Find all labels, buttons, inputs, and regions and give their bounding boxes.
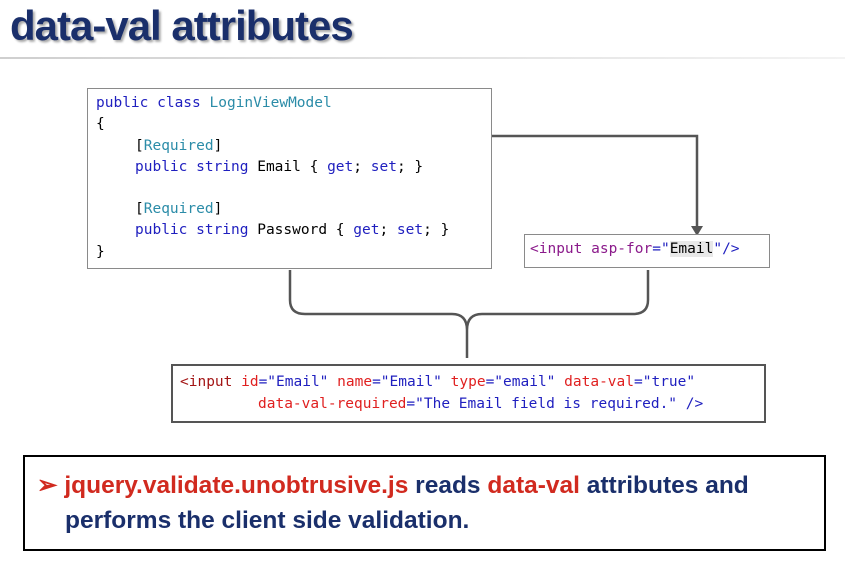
tag-helper-code: <input asp-for="Email"/>	[530, 241, 740, 257]
login-view-model-code: public class LoginViewModel { [Required]…	[87, 88, 492, 269]
tag-helper-box: <input asp-for="Email"/>	[524, 234, 770, 268]
note-text: attributes and	[579, 472, 749, 499]
attribute-name: type	[450, 374, 486, 390]
punct: ="	[652, 241, 670, 257]
note-text: reads	[408, 472, 488, 499]
attribute-name: asp-for	[591, 241, 653, 257]
attribute-name: Required	[143, 138, 214, 154]
attribute-name: data-val-required	[258, 396, 407, 412]
keyword: get	[353, 222, 380, 238]
code-line-open-brace: {	[96, 114, 105, 134]
bracket: ]	[213, 138, 223, 154]
code-line-email-property: public string Email { get; set; }	[135, 157, 423, 177]
explanation-note: ➢ jquery.validate.unobtrusive.js reads d…	[23, 455, 826, 551]
rendered-html-line-1: <input id="Email" name="Email" type="ema…	[180, 372, 695, 392]
keyword: get	[327, 159, 354, 175]
bracket: [	[135, 138, 144, 154]
attribute-name: data-val	[564, 374, 634, 390]
keyword: public string	[135, 159, 258, 175]
attribute-name: name	[337, 374, 373, 390]
rendered-html-box: <input id="Email" name="Email" type="ema…	[171, 364, 766, 423]
library-name: jquery.validate.unobtrusive.js	[64, 472, 409, 499]
keyword: set	[396, 222, 424, 238]
property-name: Password {	[257, 222, 354, 238]
bracket: ]	[213, 201, 223, 217]
note-line-1: ➢ jquery.validate.unobtrusive.js reads d…	[37, 470, 749, 500]
brace-connector	[288, 270, 650, 358]
punct: ;	[353, 159, 371, 175]
brace: {	[96, 116, 105, 132]
property-name: Email {	[257, 159, 328, 175]
attribute-value: Email	[669, 241, 714, 257]
attribute-value: ="Email"	[372, 374, 451, 390]
attribute-value: ="The Email field is required."	[406, 396, 686, 412]
tag-close: "/>	[713, 241, 740, 257]
keyword: set	[370, 159, 397, 175]
punct: ;	[379, 222, 397, 238]
code-line-close-brace: }	[96, 242, 105, 262]
class-name: LoginViewModel	[209, 95, 332, 111]
brace: }	[96, 244, 105, 260]
tag-open: <input	[530, 241, 592, 257]
punct: ; }	[396, 159, 424, 175]
attribute-highlight: data-val	[487, 472, 580, 499]
tag-open: <input	[180, 374, 242, 390]
code-line-required-2: [Required]	[135, 199, 222, 219]
attribute-name: id	[241, 374, 259, 390]
code-line-required-1: [Required]	[135, 136, 222, 156]
attribute-value: ="true"	[634, 374, 696, 390]
attribute-value: ="email"	[485, 374, 565, 390]
code-line-password-property: public string Password { get; set; }	[135, 220, 449, 240]
attribute-value: ="Email"	[258, 374, 338, 390]
bullet-arrow-icon: ➢	[37, 472, 58, 499]
code-line-class: public class LoginViewModel	[96, 93, 332, 113]
punct: ; }	[423, 222, 450, 238]
rendered-html-line-2: data-val-required="The Email field is re…	[258, 394, 703, 414]
tag-close: />	[685, 396, 704, 412]
keyword: public class	[96, 95, 210, 111]
bracket: [	[135, 201, 144, 217]
keyword: public string	[135, 222, 258, 238]
attribute-name: Required	[143, 201, 214, 217]
note-line-2: performs the client side validation.	[65, 507, 469, 535]
note-text: performs the client side validation.	[65, 507, 470, 534]
